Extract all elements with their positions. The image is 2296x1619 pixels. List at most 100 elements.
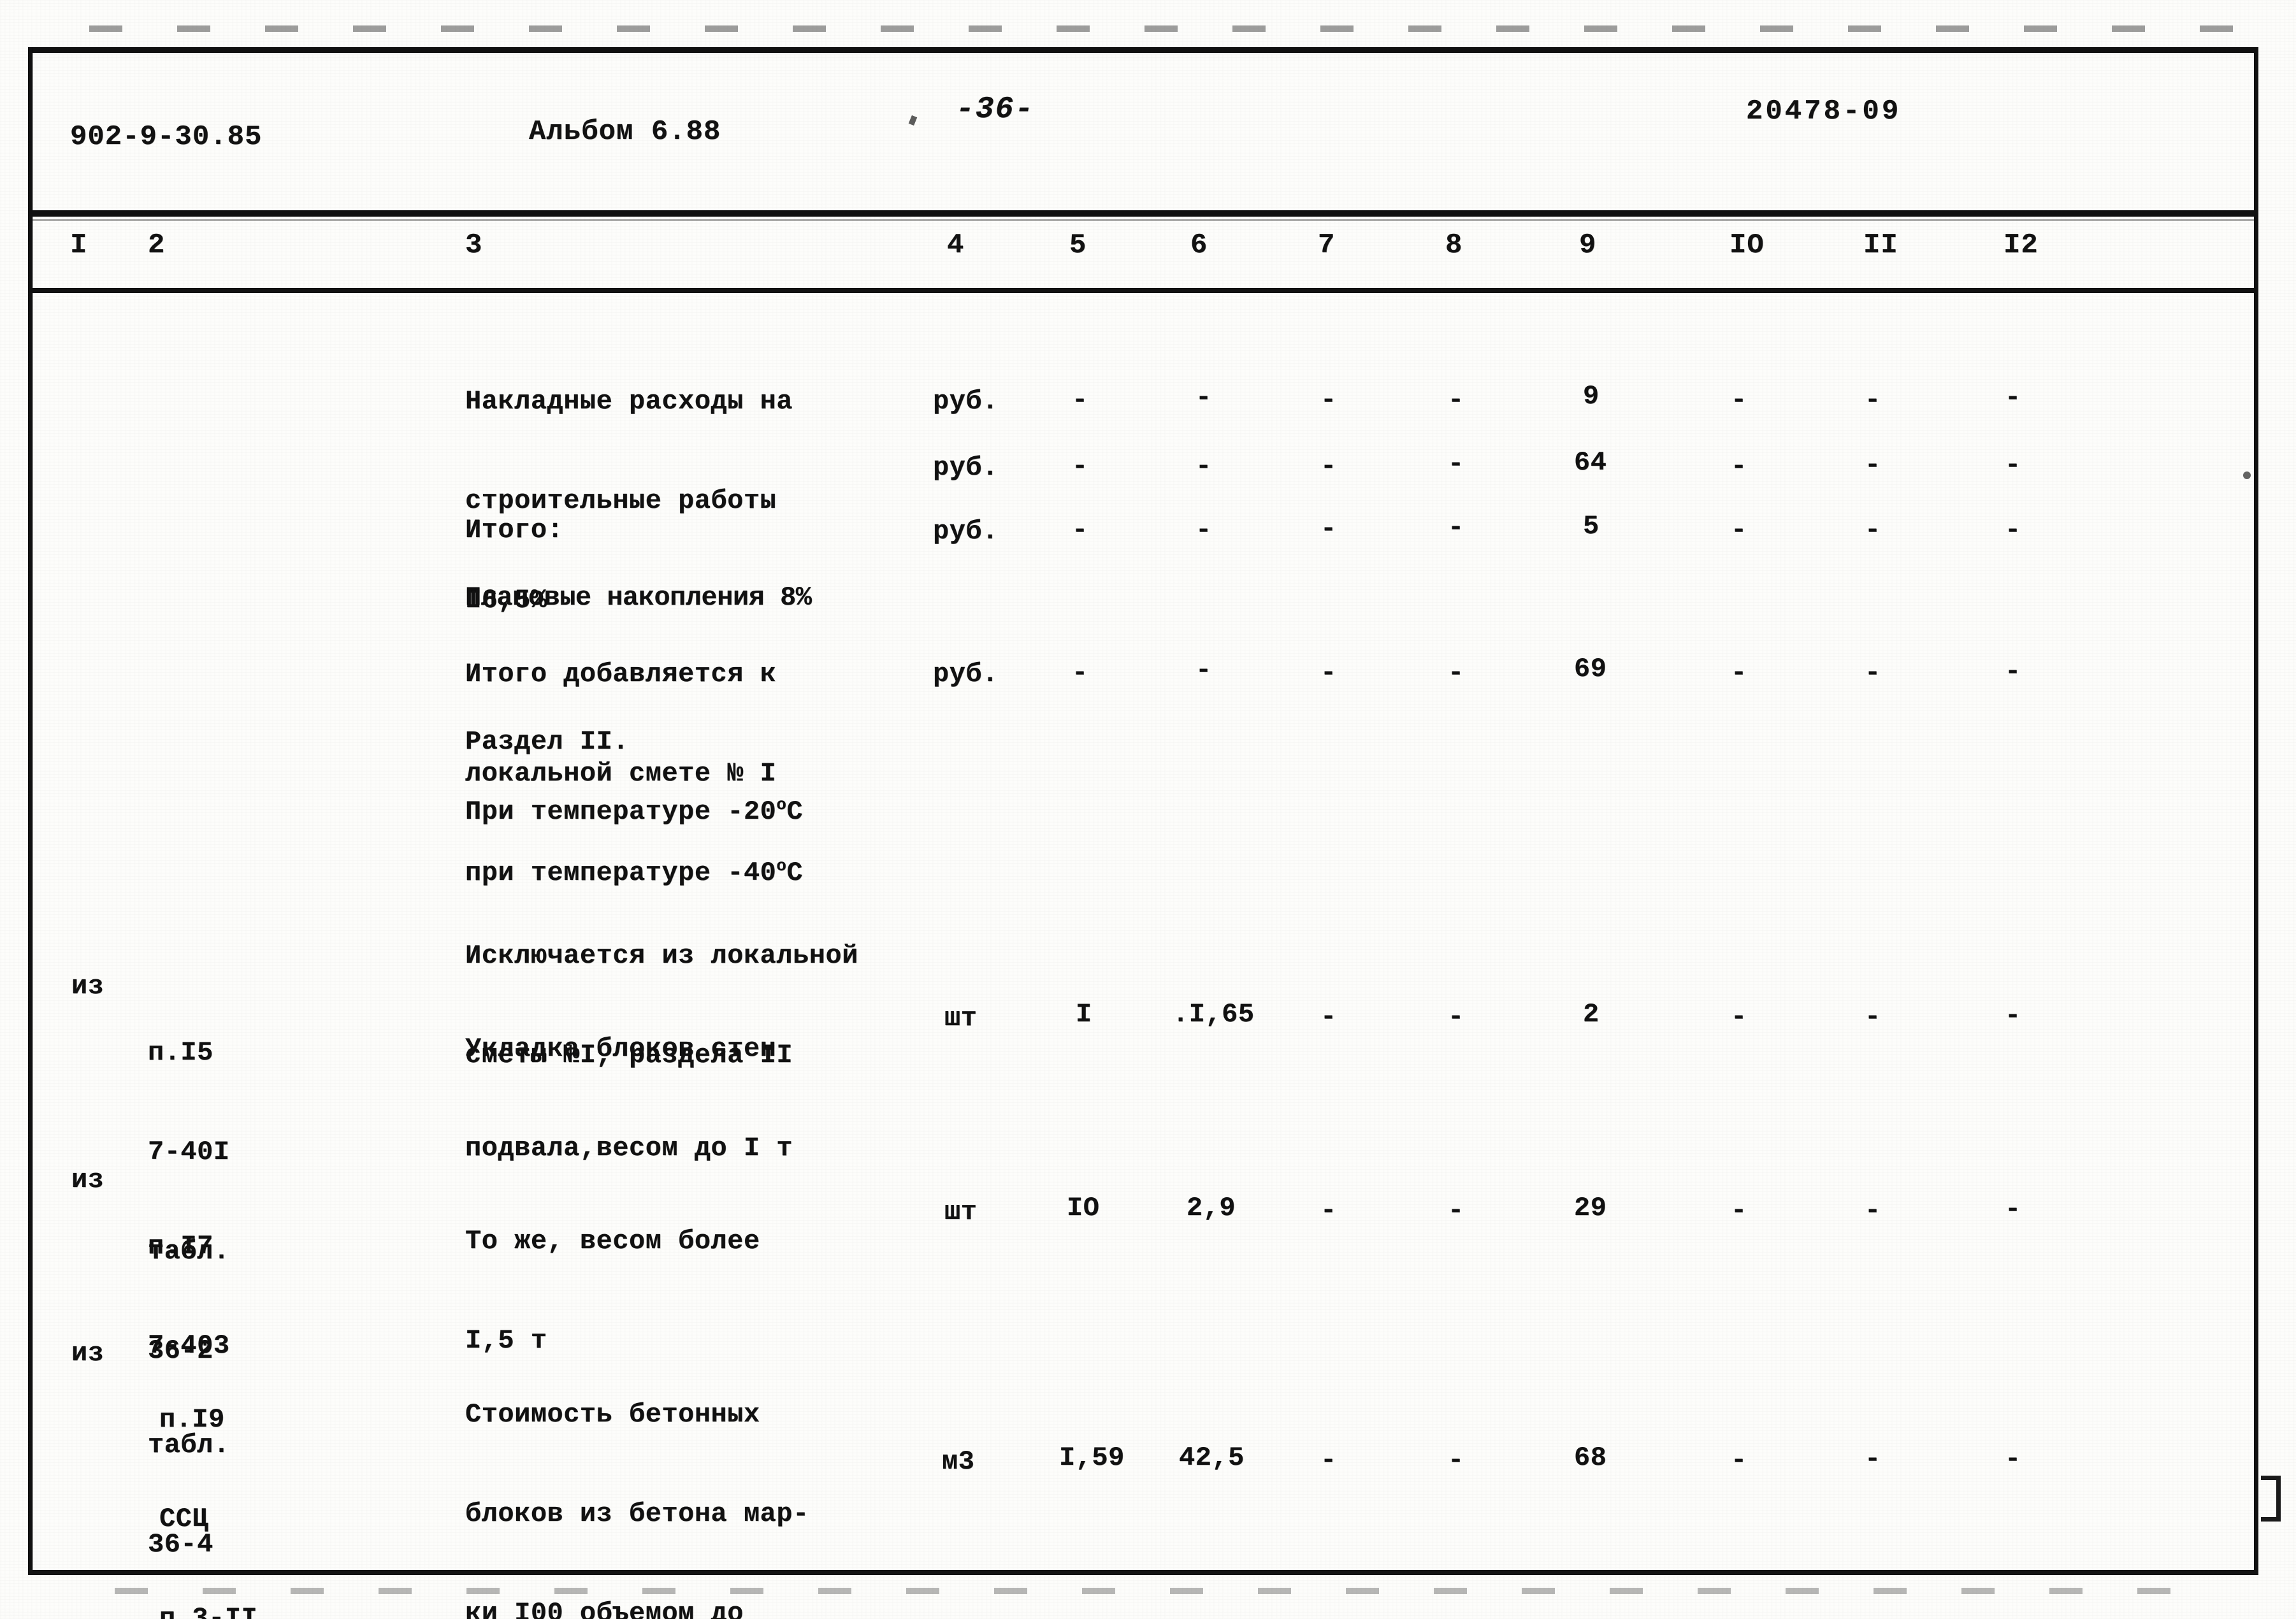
registration-mark — [2261, 1476, 2281, 1522]
column-header-1: I — [70, 229, 88, 261]
row4-col8: - — [1448, 658, 1464, 688]
row4-col9: 69 — [1574, 654, 1607, 684]
column-header-10: IO — [1729, 229, 1765, 261]
row8-col8: - — [1448, 1002, 1464, 1032]
row8-col12: - — [2005, 1000, 2021, 1031]
row10-ref-line-2: ССЦ — [159, 1504, 209, 1534]
album-label: Альбом 6.88 — [529, 116, 721, 148]
row3-unit: руб. — [933, 516, 999, 547]
row3-col9: 5 — [1583, 511, 1599, 542]
row2-col9: 64 — [1574, 447, 1607, 478]
row8-unit: шт — [944, 1003, 978, 1033]
table-rule-header-bottom — [32, 288, 2254, 293]
column-header-8: 8 — [1445, 229, 1463, 261]
row1-unit: руб. — [933, 386, 999, 417]
row1-col6: - — [1195, 382, 1212, 413]
row9-col9: 29 — [1574, 1193, 1607, 1223]
column-header-5: 5 — [1069, 229, 1087, 261]
row10-desc-line-1: Стоимость бетонных — [465, 1399, 760, 1430]
row3-col12: - — [2005, 515, 2021, 545]
row10-col12: - — [2005, 1444, 2021, 1474]
row9-unit: шт — [944, 1197, 978, 1227]
temperature-note: При температуре -20oС — [465, 795, 804, 827]
row9-col8: - — [1448, 1195, 1464, 1226]
column-header-3: 3 — [465, 229, 483, 261]
row4-desc-line-2: локальной смете № I — [465, 758, 777, 789]
column-header-6: 6 — [1190, 229, 1208, 261]
row8-ref-line-1: п.I5 — [148, 1037, 213, 1068]
form-border-left — [28, 47, 32, 1570]
row10-col8: - — [1448, 1445, 1464, 1476]
degree-symbol: o — [776, 795, 787, 814]
row10-col9: 68 — [1574, 1443, 1607, 1473]
row10-ref-line-1: п.I9 — [159, 1404, 225, 1435]
row8-col6: .I,65 — [1173, 999, 1255, 1030]
row9-col5: IO — [1067, 1193, 1100, 1223]
row8-col9: 2 — [1583, 999, 1599, 1030]
row4-col10: - — [1731, 658, 1747, 688]
row10-col5: I,59 — [1059, 1443, 1125, 1473]
scan-vignette-overlay — [0, 0, 2296, 1619]
scan-edge-marks-top — [89, 25, 2256, 32]
row4-desc-line-1: Итого добавляется к — [465, 659, 777, 689]
column-header-9: 9 — [1579, 229, 1597, 261]
row3-col8: - — [1448, 512, 1464, 543]
row8-col7: - — [1320, 1002, 1337, 1032]
row8-col5: I — [1076, 999, 1092, 1030]
table-rule-top-hairline — [32, 219, 2254, 221]
row2-col11: - — [1865, 450, 1881, 480]
paper-grain-overlay — [0, 0, 2296, 1619]
row2-unit: руб. — [933, 452, 999, 483]
row9-desc-line-1: То же, весом более — [465, 1226, 760, 1256]
section-heading: Раздел II. — [465, 726, 630, 757]
row8-col10: - — [1731, 1002, 1747, 1032]
column-header-2: 2 — [148, 229, 166, 261]
row3-col6: - — [1195, 515, 1212, 545]
ink-speck — [908, 115, 918, 126]
row9-col10: - — [1731, 1195, 1747, 1226]
row9-col12: - — [2005, 1194, 2021, 1225]
row2-col12: - — [2005, 450, 2021, 480]
row4-col5: - — [1072, 658, 1088, 688]
row10-col7: - — [1320, 1445, 1337, 1476]
row3-col11: - — [1865, 515, 1881, 545]
column-header-11: II — [1863, 229, 1898, 261]
row10-desc-line-2: блоков из бетона мар- — [465, 1499, 809, 1529]
row1-col12: - — [2005, 382, 2021, 413]
column-header-7: 7 — [1318, 229, 1336, 261]
row8-col11: - — [1865, 1002, 1881, 1032]
row2-col5: - — [1072, 451, 1088, 482]
row8-desc-line-1: Укладка блоков стен — [465, 1033, 777, 1064]
row2-col8: - — [1448, 449, 1464, 479]
row9-col7: - — [1320, 1195, 1337, 1226]
row1-col10: - — [1731, 385, 1747, 415]
scanned-document-page: 902-9-30.85 Альбом 6.88 -36- 20478-09 I … — [0, 0, 2296, 1619]
row10-desc-line-3: ки I00 объемом до — [465, 1598, 744, 1619]
row2-col7: - — [1320, 451, 1337, 482]
table-rule-top — [32, 210, 2254, 217]
row2-col10: - — [1731, 451, 1747, 482]
row10-col10: - — [1731, 1445, 1747, 1476]
page-number: -36- — [956, 92, 1035, 127]
row9-col1-source: из — [71, 1165, 105, 1195]
row10-unit: м3 — [942, 1446, 975, 1477]
form-border-bottom — [28, 1570, 2258, 1575]
row1-col5: - — [1072, 385, 1088, 415]
row1-col8: - — [1448, 385, 1464, 415]
row9-ref-line-1: п.I7 — [148, 1231, 213, 1262]
row10-col1-source: из — [71, 1338, 105, 1369]
row4-col6: - — [1195, 655, 1212, 686]
scan-edge-marks-bottom — [115, 1588, 2205, 1594]
row9-col11: - — [1865, 1195, 1881, 1226]
row10-col6: 42,5 — [1179, 1443, 1245, 1473]
row1-col9: 9 — [1583, 381, 1599, 412]
row10-ref-line-3: п.3-II — [159, 1603, 258, 1619]
row4-col7: - — [1320, 658, 1337, 688]
form-border-right — [2254, 47, 2258, 1570]
row10-col11: - — [1865, 1444, 1881, 1474]
row8-col1-source: из — [71, 971, 105, 1002]
form-border-top — [28, 47, 2258, 53]
row4-unit: руб. — [933, 659, 999, 689]
column-header-4: 4 — [947, 229, 965, 261]
row1-desc-line-1: Накладные расходы на — [465, 386, 793, 417]
